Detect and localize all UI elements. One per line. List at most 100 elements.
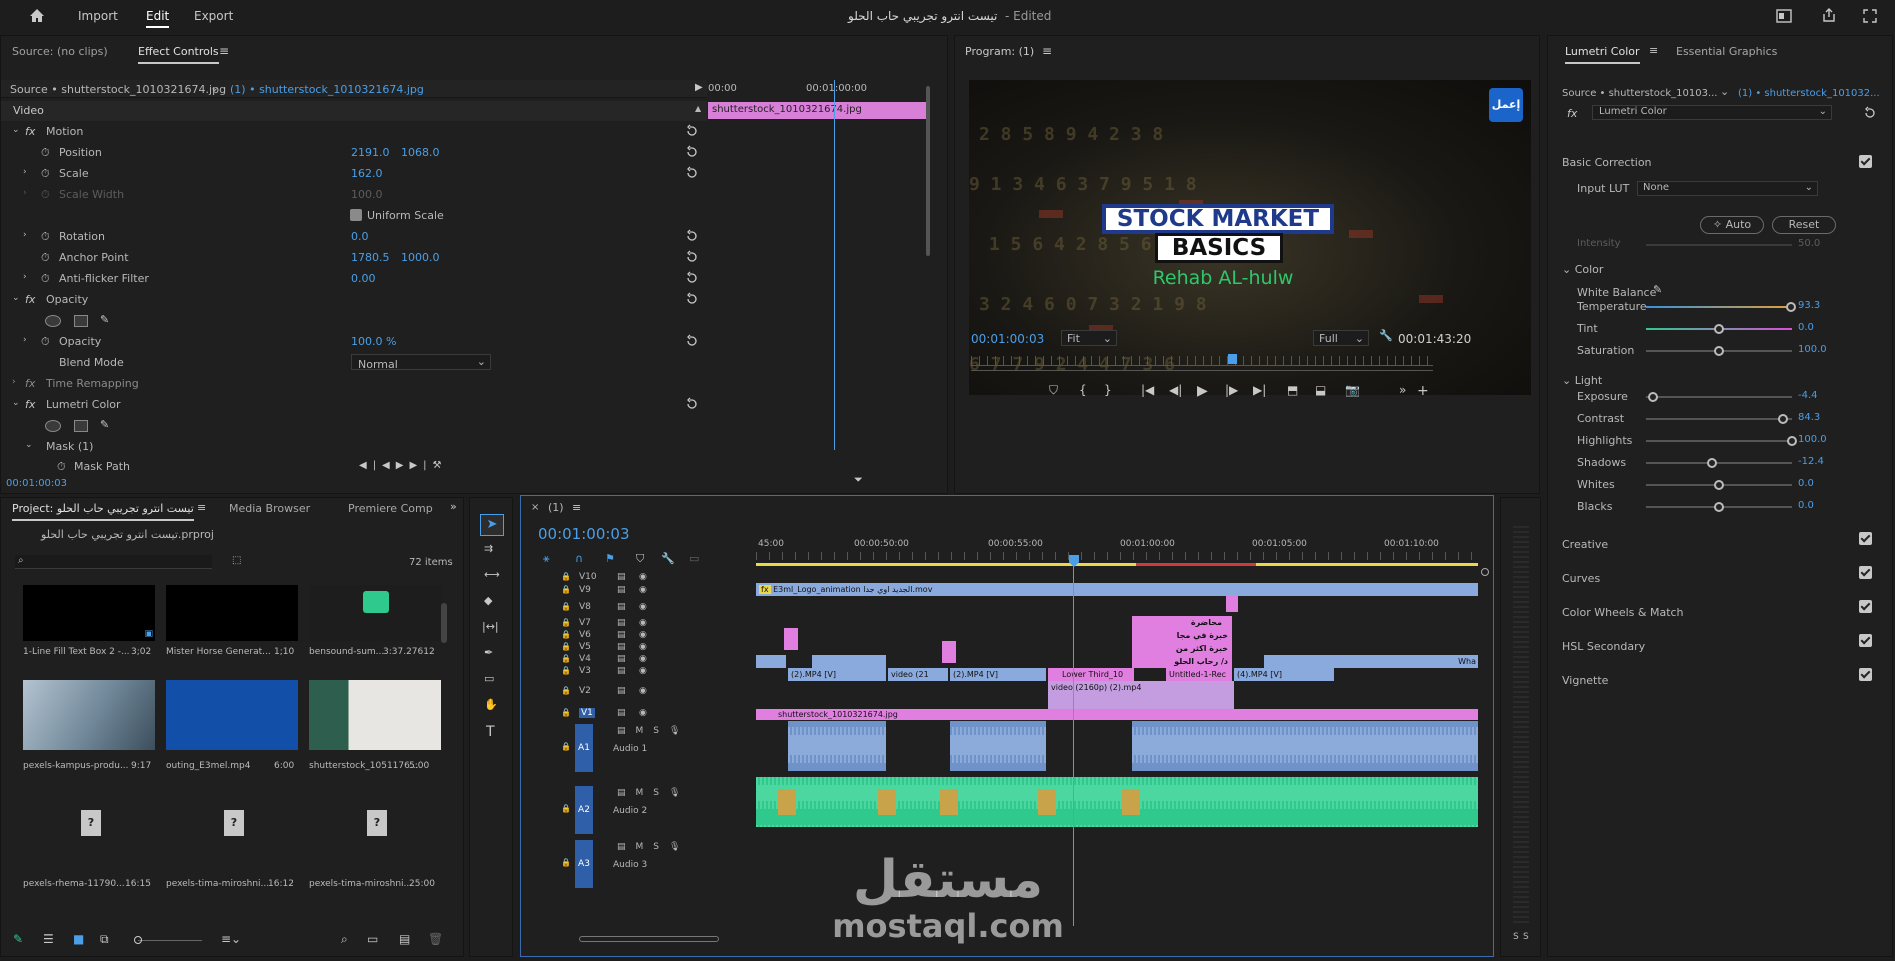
saturation-knob[interactable] (1714, 346, 1724, 356)
sync-lock-icon[interactable]: ▤ (617, 572, 626, 582)
program-playhead[interactable] (1228, 354, 1237, 364)
track-label[interactable]: V6 (579, 630, 591, 640)
clip-arabic-4[interactable]: د/ رحاب الحلو (1132, 655, 1232, 668)
rect-mask-icon[interactable] (74, 315, 88, 327)
clip-mp4-4[interactable]: (4).MP4 [V] (1234, 668, 1334, 681)
tab-source[interactable]: Source: (no clips) (12, 45, 108, 58)
trash-icon[interactable]: 🗑 (428, 932, 443, 946)
new-item-icon[interactable]: ▤ (399, 932, 410, 946)
sequence-tab[interactable]: (1) (548, 501, 564, 514)
auto-button[interactable]: ✧ Auto (1700, 216, 1764, 234)
mask-track-controls[interactable]: ◀|◀▶▶|⚒ (359, 460, 447, 471)
more-tabs-icon[interactable]: » (450, 500, 457, 513)
clip-v1-shutterstock[interactable]: shutterstock_1010321674.jpg (756, 709, 1478, 720)
reset-icon[interactable] (685, 124, 699, 138)
track-controls[interactable]: ▤MS🎙 (617, 842, 690, 852)
timeline-playhead[interactable] (1073, 556, 1074, 926)
eyedropper-icon[interactable]: ✎ (1653, 283, 1662, 296)
time-ruler[interactable]: 45:00 00:00:50:00 00:00:55:00 00:01:00:0… (756, 536, 1478, 566)
tab-effect-controls[interactable]: Effect Controls (138, 45, 219, 64)
pencil-icon[interactable]: ✎ (13, 932, 23, 946)
zoom-slider[interactable] (134, 936, 202, 944)
rect-mask-icon[interactable] (74, 420, 88, 432)
track-controls[interactable]: ▤MS🎙 (617, 788, 690, 798)
track-label[interactable]: V2 (579, 686, 591, 696)
panel-menu-icon[interactable]: ≡ (1649, 44, 1658, 57)
color-section[interactable]: ⌄ Color (1562, 263, 1603, 276)
highlights-value[interactable]: 100.0 (1798, 434, 1827, 445)
selection-tool[interactable]: ➤ (480, 514, 504, 536)
reset-icon[interactable] (685, 271, 699, 285)
highlights-knob[interactable] (1787, 436, 1797, 446)
thumb-tima-2[interactable]: ? (309, 798, 441, 868)
zoom-bar[interactable] (971, 370, 1433, 371)
eye-icon[interactable]: ◉ (639, 642, 647, 652)
lock-icon[interactable]: 🔒 (561, 642, 571, 651)
thumb-text-box[interactable]: ▣ (23, 585, 155, 641)
eye-icon[interactable]: ◉ (639, 572, 647, 582)
scale-prop[interactable]: › ⏱ Scale 162.0 (1, 164, 707, 184)
video-track-v10[interactable]: 🔒 V10 ▤ ◉ (561, 572, 751, 584)
reset-icon[interactable] (685, 166, 699, 180)
thumb-audio[interactable] (309, 585, 441, 641)
contrast-slider[interactable] (1646, 418, 1792, 420)
fit-select[interactable]: Fit ⌄ (1061, 330, 1117, 346)
track-controls[interactable]: ▤MS🎙 (617, 726, 690, 736)
mark-out-icon[interactable]: } (1104, 383, 1112, 397)
track-label[interactable]: A2 (575, 786, 593, 834)
rectangle-tool[interactable]: ▭ (484, 672, 494, 685)
clip-arabic-3[interactable]: خبرة اكثر من (1132, 642, 1232, 655)
linked-selection-icon[interactable]: ⚑ (605, 552, 615, 565)
vignette-checkbox[interactable] (1859, 668, 1872, 681)
stopwatch-icon[interactable]: ⏱ (41, 167, 50, 181)
tint-value[interactable]: 0.0 (1798, 322, 1814, 333)
opacity-prop[interactable]: › ⏱ Opacity 100.0 % (1, 332, 707, 352)
clip-lower-third[interactable]: Lower Third_10 (1048, 668, 1134, 681)
sort-icon[interactable]: ≡⌄ (221, 932, 241, 946)
stopwatch-icon[interactable]: ⏱ (41, 335, 50, 349)
audio-track-a1[interactable]: 🔒 A1 ▤MS🎙 Audio 1 (561, 724, 751, 772)
list-view-icon[interactable]: ☰ (43, 932, 54, 946)
sync-lock-icon[interactable]: ▤ (617, 708, 626, 718)
video-track-v5[interactable]: 🔒 V5 ▤ ◉ (561, 642, 751, 654)
eye-icon[interactable]: ◉ (639, 666, 647, 676)
video-track-v8[interactable]: 🔒 V8 ▤ ◉ (561, 602, 751, 614)
whites-value[interactable]: 0.0 (1798, 478, 1814, 489)
hand-tool[interactable]: ✋ (484, 698, 498, 711)
lock-icon[interactable]: 🔒 (561, 585, 571, 594)
reset-icon[interactable] (685, 397, 699, 411)
anchor-prop[interactable]: ⏱ Anchor Point 1780.5 1000.0 (1, 248, 707, 268)
video-track-v2[interactable]: 🔒 V2 ▤ ◉ (561, 686, 751, 698)
track-label[interactable]: V5 (579, 642, 591, 652)
shadows-knob[interactable] (1706, 458, 1717, 468)
video-track-v9[interactable]: 🔒 V9 ▤ ◉ (561, 585, 751, 597)
video-track-v7[interactable]: 🔒 V7 ▤ ◉ (561, 618, 751, 630)
step-forward-icon[interactable]: |▶ (1225, 383, 1238, 397)
blacks-knob[interactable] (1714, 502, 1724, 512)
track-label[interactable]: A3 (575, 840, 593, 888)
freeform-view-icon[interactable]: ⧉ (100, 932, 109, 947)
clip-mp4-2b[interactable]: (2).MP4 [V] (950, 668, 1046, 681)
lock-icon[interactable]: 🔒 (561, 602, 571, 611)
exposure-value[interactable]: -4.4 (1798, 390, 1818, 401)
chevron-down-icon[interactable]: ⌄ (1720, 85, 1729, 98)
reset-icon[interactable] (685, 229, 699, 243)
camera-icon[interactable]: 📷 (1345, 383, 1360, 397)
hsl-section[interactable]: HSL Secondary (1562, 640, 1645, 653)
lock-icon[interactable]: 🔒 (561, 654, 571, 663)
lumetri-clip[interactable]: (1) • shutterstock_101032... (1738, 88, 1880, 99)
thumb-shutterstock[interactable] (309, 680, 441, 750)
search-icon[interactable]: ⌕ (341, 932, 348, 947)
clip-v4-b[interactable] (812, 655, 886, 668)
snap-icon[interactable]: ∩ (575, 552, 583, 565)
video-frame[interactable]: 2 8 5 8 9 4 2 3 8 9 1 3 4 6 3 7 9 5 1 8 … (969, 80, 1531, 395)
clip-logo[interactable]: fx E3ml_Logo_animation الجديد اوي جدا.mo… (756, 583, 1478, 596)
sync-lock-icon[interactable]: ▤ (617, 630, 626, 640)
clip-v5-graphic[interactable] (942, 641, 956, 663)
filter-icon[interactable]: ⏷ (854, 473, 863, 487)
mask-item[interactable]: ⌄ Mask (1) (1, 437, 707, 457)
light-section[interactable]: ⌄ Light (1562, 374, 1602, 387)
reset-icon[interactable] (685, 250, 699, 264)
program-scrubber[interactable] (971, 356, 1433, 366)
tab-project[interactable]: Project: تيست انترو تجريبي حاب الحلو (12, 502, 194, 521)
